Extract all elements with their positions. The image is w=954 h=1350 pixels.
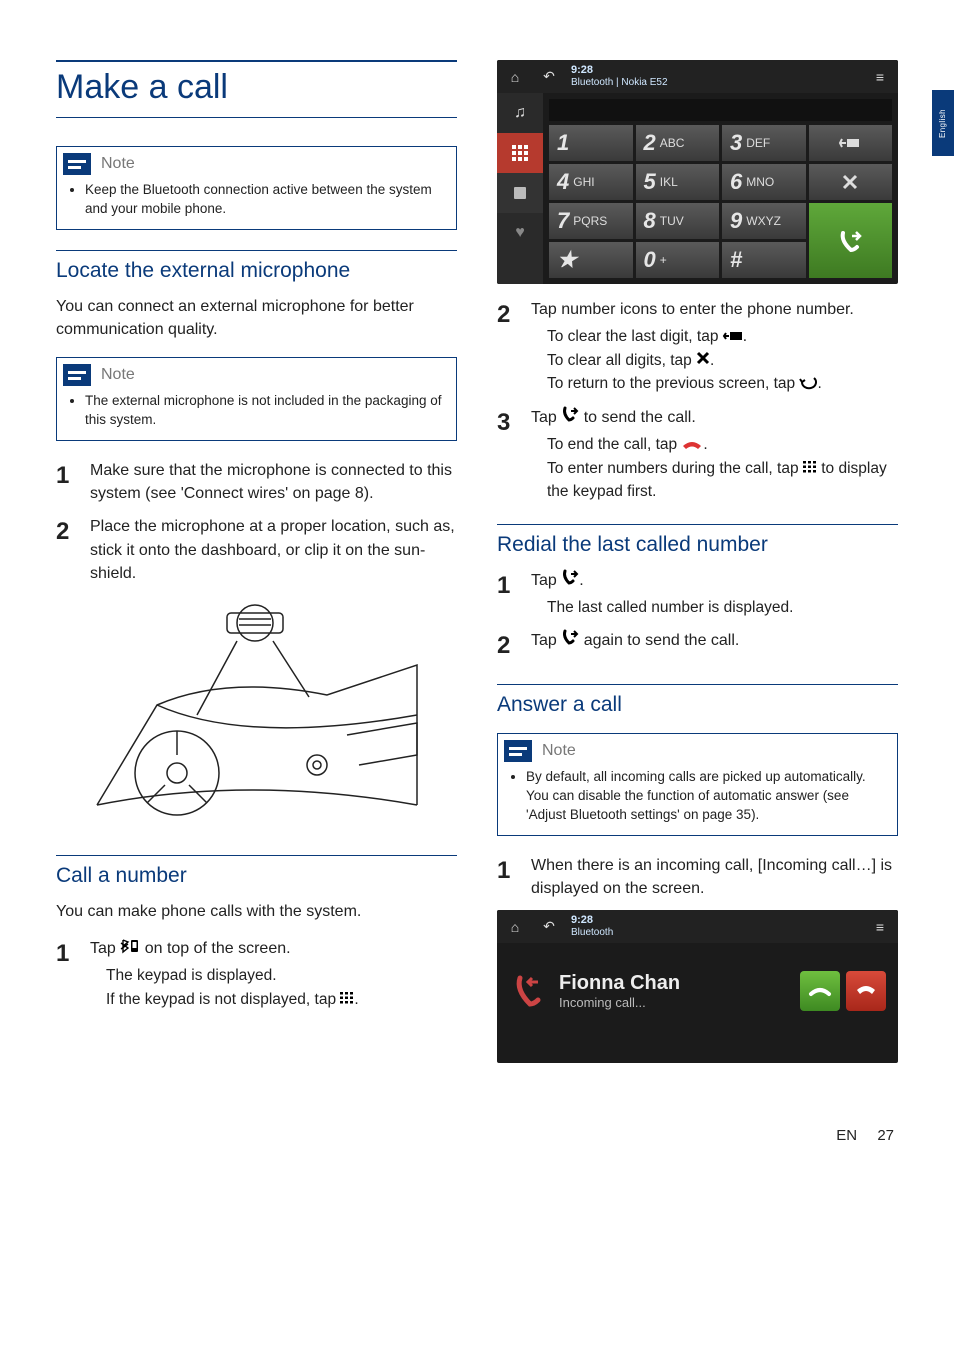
backspace-key[interactable] xyxy=(809,125,893,161)
note-icon xyxy=(63,153,91,175)
keypad-grid-icon xyxy=(803,457,817,480)
clear-key[interactable] xyxy=(809,164,893,200)
keypad-grid-icon xyxy=(340,988,354,1011)
sub-keypad-displayed: The keypad is displayed. xyxy=(106,964,277,987)
dashboard-illustration xyxy=(87,605,427,835)
note-text: Keep the Bluetooth connection active bet… xyxy=(85,181,442,219)
favorites-tab-icon[interactable]: ♥ xyxy=(497,213,543,253)
language-side-tab: English xyxy=(932,90,954,156)
keypad-key[interactable]: 1 xyxy=(549,125,633,161)
call-intro: You can make phone calls with the system… xyxy=(56,900,457,923)
device-keypad-screenshot: ⌂ ↶ 9:28Bluetooth | Nokia E52 ≡ ♫ ♥ 12AB… xyxy=(497,60,898,284)
backspace-icon xyxy=(723,326,743,349)
call-send-icon xyxy=(561,569,579,592)
heading-redial: Redial the last called number xyxy=(497,524,898,557)
call-step-1: Tap on top of the screen. The keypad is … xyxy=(90,937,457,1011)
status-time: 9:28 xyxy=(571,914,858,927)
music-tab-icon[interactable]: ♫ xyxy=(497,93,543,133)
decline-button[interactable] xyxy=(846,971,886,1011)
keypad-key[interactable]: # xyxy=(722,242,806,278)
enter-number-step: Tap number icons to enter the phone numb… xyxy=(531,298,898,396)
back-icon[interactable]: ↶ xyxy=(537,65,561,89)
send-call-step: Tap to send the call. To end the call, t… xyxy=(531,406,898,504)
note-label: Note xyxy=(101,155,135,173)
incoming-call-icon xyxy=(509,973,545,1009)
page-title: Make a call xyxy=(56,68,457,118)
contacts-tab-icon[interactable] xyxy=(497,173,543,213)
footer-page: 27 xyxy=(877,1127,894,1144)
redial-step-1: Tap . The last called number is displaye… xyxy=(531,569,898,620)
step-number: 1 xyxy=(56,937,76,1011)
menu-icon[interactable]: ≡ xyxy=(868,915,892,939)
keypad-key[interactable]: 0+ xyxy=(636,242,720,278)
answer-step-1: When there is an incoming call, [Incomin… xyxy=(531,854,898,900)
heading-answer: Answer a call xyxy=(497,684,898,717)
locate-step-2: Place the microphone at a proper locatio… xyxy=(90,515,457,585)
keypad-key[interactable]: 5IKL xyxy=(636,164,720,200)
keypad-key[interactable]: 3DEF xyxy=(722,125,806,161)
keypad-key[interactable]: ★ xyxy=(549,242,633,278)
redial-step-2: Tap again to send the call. xyxy=(531,629,898,664)
step-number: 1 xyxy=(497,854,517,900)
redial-result: The last called number is displayed. xyxy=(547,596,793,619)
note-icon xyxy=(63,364,91,386)
bluetooth-phone-icon xyxy=(120,937,140,960)
keypad-tab-icon[interactable] xyxy=(497,133,543,173)
back-icon[interactable]: ↶ xyxy=(537,915,561,939)
menu-icon[interactable]: ≡ xyxy=(868,65,892,89)
heading-locate: Locate the external microphone xyxy=(56,250,457,283)
caller-name: Fionna Chan xyxy=(559,972,680,995)
home-icon[interactable]: ⌂ xyxy=(503,915,527,939)
keypad-key[interactable]: 8TUV xyxy=(636,203,720,239)
note-text: By default, all incoming calls are picke… xyxy=(526,768,883,825)
step-number: 2 xyxy=(497,298,517,396)
keypad-key[interactable]: 9WXYZ xyxy=(722,203,806,239)
note-icon xyxy=(504,740,532,762)
number-display xyxy=(549,99,892,121)
keypad-key[interactable]: 7PQRS xyxy=(549,203,633,239)
note-box-3: Note By default, all incoming calls are … xyxy=(497,733,898,836)
status-time: 9:28 xyxy=(571,64,858,77)
sub-keypad-not-displayed: If the keypad is not displayed, tap . xyxy=(106,988,359,1012)
note-box-1: Note Keep the Bluetooth connection activ… xyxy=(56,146,457,230)
step-number: 1 xyxy=(56,459,76,505)
call-send-icon xyxy=(561,406,579,429)
step-number: 3 xyxy=(497,406,517,504)
note-box-2: Note The external microphone is not incl… xyxy=(56,357,457,441)
status-text: Bluetooth xyxy=(571,927,858,939)
note-text: The external microphone is not included … xyxy=(85,392,442,430)
answer-button[interactable] xyxy=(800,971,840,1011)
keypad-key[interactable]: 4GHI xyxy=(549,164,633,200)
return-icon xyxy=(799,373,817,396)
step-number: 2 xyxy=(497,629,517,664)
locate-intro: You can connect an external microphone f… xyxy=(56,295,457,341)
locate-step-1: Make sure that the microphone is connect… xyxy=(90,459,457,505)
clear-all-icon xyxy=(696,349,710,372)
call-status: Incoming call... xyxy=(559,995,680,1010)
device-incoming-call-screenshot: ⌂ ↶ 9:28Bluetooth ≡ Fionna Chan Incoming… xyxy=(497,910,898,1063)
note-label: Note xyxy=(101,366,135,384)
note-label: Note xyxy=(542,742,576,760)
step-number: 2 xyxy=(56,515,76,585)
footer-lang: EN xyxy=(836,1127,857,1144)
keypad-key[interactable]: 2ABC xyxy=(636,125,720,161)
call-send-icon xyxy=(561,629,579,652)
call-key[interactable] xyxy=(809,203,893,278)
status-text: Bluetooth | Nokia E52 xyxy=(571,77,858,89)
page-footer: EN 27 xyxy=(0,1117,954,1174)
heading-call-number: Call a number xyxy=(56,855,457,888)
end-call-icon xyxy=(681,434,703,457)
home-icon[interactable]: ⌂ xyxy=(503,65,527,89)
keypad-key[interactable]: 6MNO xyxy=(722,164,806,200)
step-number: 1 xyxy=(497,569,517,620)
